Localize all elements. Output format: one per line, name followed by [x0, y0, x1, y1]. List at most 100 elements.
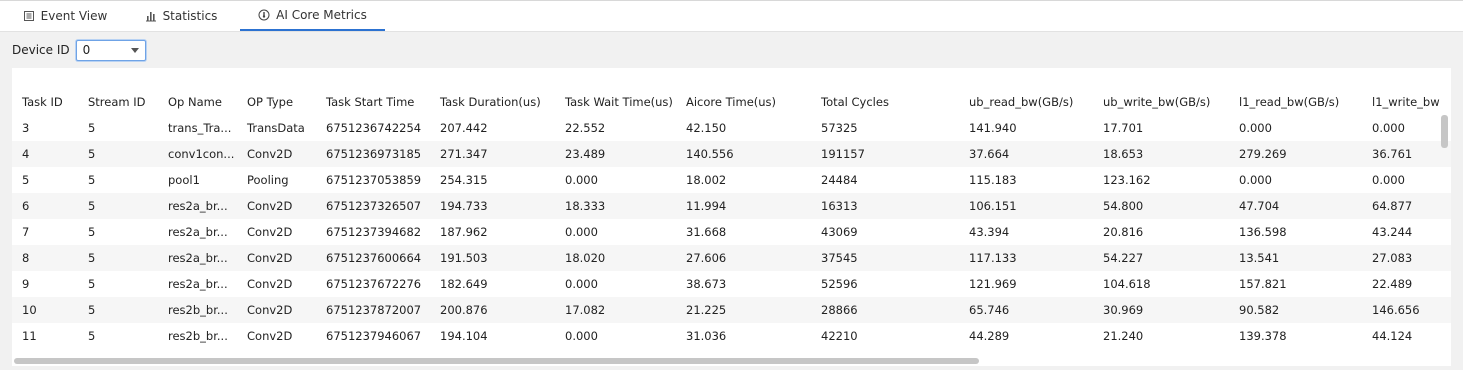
- table-cell: 10: [12, 297, 78, 323]
- table-cell: 21.225: [676, 297, 811, 323]
- table-cell: 43069: [821, 225, 858, 239]
- table-cell: Conv2D: [237, 141, 316, 167]
- table-row[interactable]: 6 5 res2a_br... Conv2D 6751237326507 194.733 1…: [12, 193, 1451, 219]
- table-cell: 23.489: [555, 141, 676, 167]
- table-cell: res2a_br...: [168, 225, 228, 239]
- table-cell: 3: [22, 121, 30, 135]
- table-cell: 0.000: [565, 277, 598, 291]
- vertical-scrollbar-thumb[interactable]: [1441, 115, 1448, 148]
- column-header[interactable]: l1_write_bw: [1362, 88, 1451, 115]
- column-header[interactable]: Total Cycles: [811, 88, 959, 115]
- column-header[interactable]: Task Duration(us): [430, 88, 555, 115]
- table-cell: 37.664: [959, 141, 1093, 167]
- column-header[interactable]: OP Type: [237, 88, 316, 115]
- table-row[interactable]: 4 5 conv1con... Conv2D 6751236973185 271.347 2…: [12, 141, 1451, 167]
- table-cell: 191157: [811, 141, 959, 167]
- tab-statistics[interactable]: Statistics: [124, 1, 238, 31]
- tab-ai-core-metrics[interactable]: AI Core Metrics: [240, 1, 385, 31]
- table-cell: 57325: [821, 121, 858, 135]
- column-header[interactable]: ub_write_bw(GB/s): [1093, 88, 1229, 115]
- table-cell: Conv2D: [237, 297, 316, 323]
- table-cell: 5: [88, 173, 96, 187]
- device-id-select[interactable]: 0: [75, 39, 146, 61]
- table-cell: 191.503: [430, 245, 555, 271]
- table-header-row: Task ID Stream ID Op Name OP Type Task S…: [12, 88, 1451, 115]
- table-row[interactable]: 7 5 res2a_br... Conv2D 6751237394682 187.962 0…: [12, 219, 1451, 245]
- table-cell: 37545: [811, 245, 959, 271]
- table-cell: 5: [88, 329, 96, 343]
- table-cell: 27.606: [676, 245, 811, 271]
- column-header[interactable]: Task ID: [12, 88, 78, 115]
- table-cell: res2a_br...: [158, 193, 237, 219]
- table-cell: 30.969: [1093, 297, 1229, 323]
- table-cell: 182.649: [440, 277, 488, 291]
- column-header[interactable]: l1_read_bw(GB/s): [1229, 88, 1362, 115]
- table-cell: 54.800: [1093, 193, 1229, 219]
- column-header[interactable]: Task Start Time: [316, 88, 430, 115]
- table-cell: 18.020: [555, 245, 676, 271]
- table-cell: 31.668: [686, 225, 727, 239]
- table-row[interactable]: 9 5 res2a_br... Conv2D 6751237672276 182.649 0…: [12, 271, 1451, 297]
- horizontal-scrollbar-thumb[interactable]: [14, 358, 979, 364]
- table-cell: 0.000: [1239, 121, 1272, 135]
- table-cell: 146.656: [1362, 297, 1451, 323]
- table-row[interactable]: 3 5 trans_Tra... TransData 6751236742254 207.…: [12, 115, 1451, 141]
- gauge-icon: [258, 9, 270, 21]
- ai-core-metrics-table: Task ID Stream ID Op Name OP Type Task S…: [12, 88, 1451, 349]
- table-cell: 4: [12, 141, 78, 167]
- table-row[interactable]: 5 5 pool1 Pooling 6751237053859 254.315 0.000 1…: [12, 167, 1451, 193]
- table-cell: 11: [22, 329, 37, 343]
- tab-event-view[interactable]: Event View: [10, 1, 120, 31]
- table-cell: 31.036: [686, 329, 727, 343]
- table-row[interactable]: 8 5 res2a_br... Conv2D 6751237600664 191.503 1…: [12, 245, 1451, 271]
- table-cell: 6751237872007: [316, 297, 430, 323]
- table-cell: 36.761: [1362, 141, 1451, 167]
- table-cell: Conv2D: [237, 245, 316, 271]
- table-cell: 5: [88, 225, 96, 239]
- table-cell: 64.877: [1362, 193, 1451, 219]
- table-cell: 254.315: [440, 173, 488, 187]
- table-cell: res2b_br...: [168, 329, 228, 343]
- ai-core-metrics-table-panel: Task ID Stream ID Op Name OP Type Task S…: [12, 68, 1451, 366]
- table-cell: 0.000: [565, 173, 598, 187]
- table-cell: 22.552: [565, 121, 606, 135]
- device-id-label: Device ID: [12, 43, 70, 57]
- column-header[interactable]: Op Name: [158, 88, 237, 115]
- table-row[interactable]: 10 5 res2b_br... Conv2D 6751237872007 200.876…: [12, 297, 1451, 323]
- table-cell: 5: [78, 297, 158, 323]
- table-cell: Conv2D: [247, 277, 293, 291]
- table-cell: 194.733: [430, 193, 555, 219]
- table-cell: Conv2D: [247, 329, 293, 343]
- table-cell: 157.821: [1239, 277, 1287, 291]
- table-cell: 139.378: [1239, 329, 1287, 343]
- table-cell: 11.994: [676, 193, 811, 219]
- table-cell: 106.151: [959, 193, 1093, 219]
- table-cell: 5: [22, 173, 30, 187]
- tab-event-view-label: Event View: [40, 9, 108, 23]
- table-cell: 6751237672276: [326, 277, 422, 291]
- table-cell: 200.876: [430, 297, 555, 323]
- table-cell: 123.162: [1103, 173, 1151, 187]
- table-cell: 6751236973185: [316, 141, 430, 167]
- table-cell: 5: [78, 141, 158, 167]
- table-cell: 6751237394682: [326, 225, 422, 239]
- column-header[interactable]: ub_read_bw(GB/s): [959, 88, 1093, 115]
- column-header[interactable]: Aicore Time(us): [676, 88, 811, 115]
- table-cell: 104.618: [1103, 277, 1151, 291]
- table-cell: 141.940: [969, 121, 1017, 135]
- horizontal-scrollbar[interactable]: [12, 357, 1451, 365]
- column-header[interactable]: Stream ID: [78, 88, 158, 115]
- table-cell: 7: [22, 225, 30, 239]
- table-row[interactable]: 11 5 res2b_br... Conv2D 6751237946067 194.104…: [12, 323, 1451, 349]
- table-cell: 43.394: [969, 225, 1010, 239]
- table-cell: 6751237946067: [326, 329, 422, 343]
- table-cell: 0.000: [565, 329, 598, 343]
- table-cell: 42210: [821, 329, 858, 343]
- table-cell: TransData: [247, 121, 305, 135]
- table-cell: 22.489: [1372, 277, 1413, 291]
- table-cell: 18.002: [686, 173, 727, 187]
- table-cell: 27.083: [1362, 245, 1451, 271]
- table-cell: 5: [88, 277, 96, 291]
- table-cell: 121.969: [969, 277, 1017, 291]
- column-header[interactable]: Task Wait Time(us): [555, 88, 676, 115]
